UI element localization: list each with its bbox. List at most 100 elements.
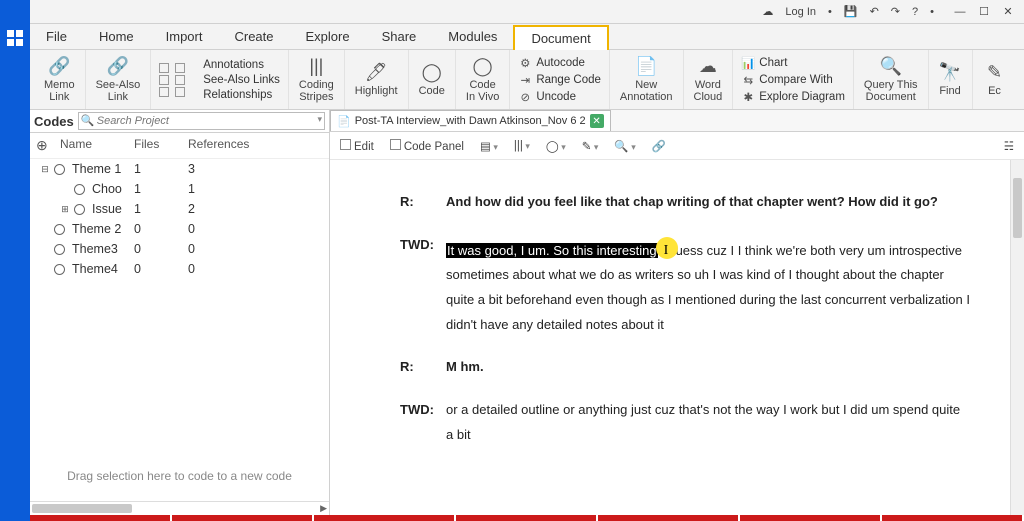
ribbon-query-this[interactable]: 🔍 Query This Document [854,50,929,109]
code-refs: 2 [188,202,323,216]
ribbon-highlight[interactable]: 🖊 Highlight [345,50,409,109]
mini-icon[interactable] [159,87,169,97]
cloud-icon[interactable]: ☁ [762,5,773,18]
stripes-dropdown[interactable]: ||| [514,140,530,152]
code-circle-icon[interactable] [54,164,65,175]
window-close-icon[interactable]: ✕ [996,3,1020,21]
video-progress-bar[interactable] [30,515,1024,521]
mini-icon[interactable] [175,63,185,73]
link-tool[interactable]: 🔗 [652,139,666,153]
ribbon-find[interactable]: 🔭 Find [929,50,973,109]
search-input[interactable] [78,112,325,130]
circle-dropdown[interactable]: ◯ [546,139,566,153]
utterance[interactable]: M hm. [446,355,970,380]
code-row[interactable]: Theme 200 [30,219,329,239]
binoculars-icon: 🔭 [939,62,961,83]
menu-import[interactable]: Import [150,24,219,49]
code-row[interactable]: Theme400 [30,259,329,279]
mini-icon[interactable] [159,75,169,85]
login-link[interactable]: Log In [785,6,816,18]
mini-icon[interactable] [175,87,185,97]
code-circle-icon[interactable] [74,184,85,195]
panel-layout-icon[interactable]: ☵ [1004,139,1014,153]
utterance[interactable]: It was good, I um. So this interestingue… [446,233,970,338]
code-row[interactable]: ⊟Theme 113 [30,159,329,179]
ribbon-word-cloud[interactable]: ☁ Word Cloud [684,50,734,109]
ribbon-annotations[interactable]: Annotations [203,59,264,71]
col-files[interactable]: Files [134,137,188,154]
diagram-icon: ✱ [741,90,755,104]
ribbon-range-code[interactable]: ⇥Range Code [518,73,601,87]
ribbon-memo-link[interactable]: 🔗 Memo Link [34,50,86,109]
menu-modules[interactable]: Modules [432,24,513,49]
pen-dropdown[interactable]: ✎ [582,139,599,153]
ribbon-autocode[interactable]: ⚙Autocode [518,56,585,70]
code-row[interactable]: Theme300 [30,239,329,259]
code-invivo-icon: ◯ [473,56,493,77]
code-circle-icon[interactable] [54,244,65,255]
ribbon-relationships[interactable]: Relationships [203,89,272,101]
code-refs: 0 [188,262,323,276]
code-circle-icon[interactable] [54,264,65,275]
ribbon-code-invivo[interactable]: ◯ Code In Vivo [456,50,510,109]
highlighter-icon: 🖊 [365,62,388,83]
ribbon-coding-stripes[interactable]: ||| Coding Stripes [289,50,345,109]
expander-icon[interactable]: ⊟ [36,164,54,175]
doc-body[interactable]: R: And how did you feel like that chap w… [330,160,1010,515]
menu-explore[interactable]: Explore [290,24,366,49]
speaker-label: R: [400,355,446,380]
window-restore-icon[interactable]: ☐ [972,3,996,21]
menu-home[interactable]: Home [83,24,150,49]
scroll-right-icon[interactable]: ▶ [320,503,327,514]
layout-dropdown[interactable]: ▤ [480,139,498,153]
vscroll-thumb[interactable] [1013,178,1022,238]
code-circle-icon[interactable] [74,204,85,215]
save-icon[interactable]: 💾 [844,5,858,18]
menu-create[interactable]: Create [218,24,289,49]
col-refs[interactable]: References [188,137,323,154]
mini-icon[interactable] [159,63,169,73]
menu-document[interactable]: Document [513,25,608,50]
annotation-icon: 📄 [635,56,657,77]
close-icon[interactable]: ✕ [590,114,604,128]
chevron-down-icon[interactable]: ▾ [317,114,322,125]
window-minimize-icon[interactable]: — [948,3,972,21]
ribbon-new-annotation[interactable]: 📄 New Annotation [610,50,684,109]
cloud-icon: ☁ [699,56,717,77]
col-name[interactable]: Name [60,137,134,154]
sidebar-hscroll[interactable]: ◀ ▶ [30,501,329,515]
ribbon-link-views: Annotations See-Also Links Relationships [195,50,289,109]
ribbon-uncode[interactable]: ⊘Uncode [518,90,576,104]
text-selection[interactable]: It was good, I um. So this interesting [446,243,658,258]
utterance[interactable]: And how did you feel like that chap writ… [446,190,970,215]
code-name: Issue [92,202,134,216]
help-icon[interactable]: ? [912,6,918,18]
code-panel-toggle[interactable]: Code Panel [390,139,464,153]
code-name: Choo [92,182,134,196]
ribbon-edit-cut[interactable]: ✎ Ec [973,50,1017,109]
utterance[interactable]: or a detailed outline or anything just c… [446,398,970,447]
hscroll-thumb[interactable] [32,504,132,513]
edit-toggle[interactable]: Edit [340,139,374,153]
menu-share[interactable]: Share [366,24,433,49]
expander-icon[interactable]: ⊞ [56,204,74,215]
undo-icon[interactable]: ↶ [870,5,879,18]
code-circle-icon[interactable] [54,224,65,235]
app-handle-icon[interactable] [7,30,23,46]
redo-icon[interactable]: ↷ [891,5,900,18]
code-row[interactable]: ⊞Issue12 [30,199,329,219]
ribbon-seealso-link[interactable]: 🔗 See-Also Link [86,50,152,109]
ribbon-chart[interactable]: 📊Chart [741,56,787,70]
doc-tab[interactable]: 📄 Post-TA Interview_with Dawn Atkinson_N… [330,110,611,131]
ribbon-seealso-links[interactable]: See-Also Links [203,74,280,86]
doc-vscroll[interactable] [1010,160,1024,515]
doc-tabbar: 📄 Post-TA Interview_with Dawn Atkinson_N… [330,110,1024,132]
mini-icon[interactable] [175,75,185,85]
ribbon-compare-with[interactable]: ⇆Compare With [741,73,833,87]
ribbon-explore-diagram[interactable]: ✱Explore Diagram [741,90,845,104]
menu-file[interactable]: File [30,24,83,49]
code-row[interactable]: Choo11 [30,179,329,199]
ribbon-code[interactable]: ◯ Code [409,50,456,109]
add-code-icon[interactable]: ⊕ [36,137,60,154]
zoom-dropdown[interactable]: 🔍 [614,139,635,153]
